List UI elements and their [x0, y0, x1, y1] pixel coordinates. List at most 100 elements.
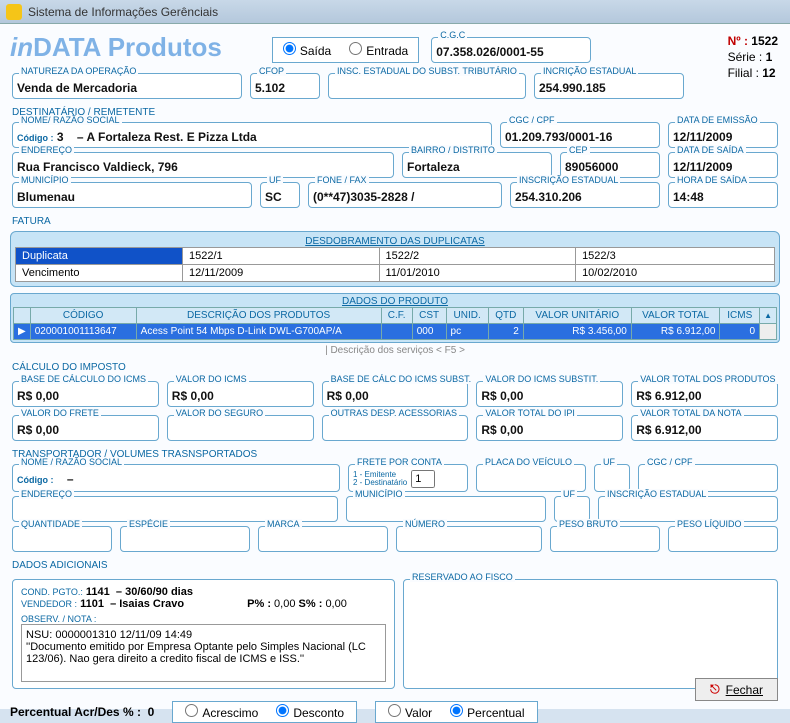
ipi-value[interactable]: R$ 0,00 — [481, 417, 618, 437]
observ-label: OBSERV. / NOTA : — [21, 614, 386, 624]
dest-insc-est-value[interactable]: 254.310.206 — [515, 184, 655, 204]
valor-subst-value[interactable]: R$ 0,00 — [481, 383, 618, 403]
dest-endereco-label: ENDEREÇO — [19, 145, 74, 155]
dest-municipio-label: MUNICÍPIO — [19, 175, 71, 185]
col-desc[interactable]: DESCRIÇÃO DOS PRODUTOS — [136, 308, 381, 324]
transp-nome-value[interactable]: Código : – — [17, 466, 335, 486]
dup-header-cell[interactable]: Duplicata — [16, 248, 183, 265]
table-row[interactable]: ▶ 020001001113647 Acess Point 54 Mbps D-… — [14, 324, 777, 340]
cell-desc[interactable]: Acess Point 54 Mbps D-Link DWL-G700AP/A — [136, 324, 381, 340]
radio-desconto[interactable]: Desconto — [276, 704, 344, 720]
cell-cst[interactable]: 000 — [412, 324, 446, 340]
dest-cep-label: CEP — [567, 145, 590, 155]
scroll-track[interactable] — [760, 324, 777, 340]
dest-uf-value[interactable]: SC — [265, 184, 295, 204]
col-vtot[interactable]: VALOR TOTAL — [631, 308, 720, 324]
dup-header-cell[interactable]: Vencimento — [16, 265, 183, 282]
base-subst-value[interactable]: R$ 0,00 — [327, 383, 464, 403]
dest-section-title: DESTINATÁRIO / REMETENTE — [12, 107, 780, 118]
transp-municipio-label: MUNICÍPIO — [353, 489, 405, 499]
table-row: Vencimento 12/11/2009 11/01/2010 10/02/2… — [16, 265, 775, 282]
col-vunit[interactable]: VALOR UNITÁRIO — [523, 308, 631, 324]
fisco-value[interactable] — [408, 581, 773, 671]
dest-bairro-value[interactable]: Fortaleza — [407, 154, 547, 174]
direction-radio-group: Saída Entrada — [272, 37, 419, 63]
col-cst[interactable]: CST — [412, 308, 446, 324]
dest-insc-est-label: INSCRIÇÃO ESTADUAL — [517, 175, 620, 185]
window-title: Sistema de Informações Gerênciais — [28, 5, 218, 19]
dup-cell[interactable]: 11/01/2010 — [379, 265, 576, 282]
cond-pgto-row: COND. PGTO.: 1141 – 30/60/90 dias — [21, 586, 386, 598]
insc-est-label: INCRIÇÃO ESTADUAL — [541, 66, 638, 76]
frete-conta-label: FRETE POR CONTA — [355, 457, 444, 467]
dup-cell[interactable]: 12/11/2009 — [182, 265, 379, 282]
percentual-label: Percentual Acr/Des % : 0 — [10, 705, 154, 719]
col-codigo[interactable]: CÓDIGO — [30, 308, 136, 324]
col-cf[interactable]: C.F. — [381, 308, 412, 324]
valor-icms-value[interactable]: R$ 0,00 — [172, 383, 309, 403]
data-saida-value[interactable]: 12/11/2009 — [673, 154, 773, 174]
close-button[interactable]: ⎋ Fechar — [695, 678, 778, 701]
cfop-value[interactable]: 5.102 — [255, 75, 315, 95]
cell-qtd[interactable]: 2 — [488, 324, 523, 340]
valor-perc-group: Valor Percentual — [375, 701, 538, 723]
dest-fone-label: FONE / FAX — [315, 175, 369, 185]
hora-saida-value[interactable]: 14:48 — [673, 184, 773, 204]
radio-acrescimo[interactable]: Acrescimo — [185, 704, 258, 720]
insc-est-value[interactable]: 254.990.185 — [539, 75, 679, 95]
cell-icms[interactable]: 0 — [720, 324, 760, 340]
dest-cep-value[interactable]: 89056000 — [565, 154, 655, 174]
dest-fone-value[interactable]: (0**47)3035-2828 / — [313, 184, 497, 204]
radio-valor[interactable]: Valor — [388, 704, 432, 720]
base-icms-label: BASE DE CÁLCULO DO ICMS — [19, 374, 148, 384]
data-emissao-value[interactable]: 12/11/2009 — [673, 124, 773, 144]
placa-label: PLACA DO VEÍCULO — [483, 457, 574, 467]
dup-cell[interactable]: 10/02/2010 — [576, 265, 775, 282]
base-icms-value[interactable]: R$ 0,00 — [17, 383, 154, 403]
cgc-value[interactable]: 07.358.026/0001-55 — [436, 39, 586, 59]
insc-subst-label: INSC. ESTADUAL DO SUBST. TRIBUTÁRIO — [335, 66, 519, 76]
produtos-table: CÓDIGO DESCRIÇÃO DOS PRODUTOS C.F. CST U… — [13, 307, 777, 340]
app-icon — [6, 4, 22, 20]
produtos-title: DADOS DO PRODUTO — [13, 296, 777, 307]
serie-label: Série : — [728, 50, 763, 64]
dest-endereco-value[interactable]: Rua Francisco Valdieck, 796 — [17, 154, 389, 174]
fisco-label: RESERVADO AO FISCO — [410, 572, 515, 582]
natureza-value[interactable]: Venda de Mercadoria — [17, 75, 237, 95]
vendedor-row: VENDEDOR : 1101 – Isaias Cravo P% : 0,00… — [21, 598, 386, 610]
cgc-label: C.G.C — [438, 30, 467, 40]
dest-uf-label: UF — [267, 175, 283, 185]
cell-cf[interactable] — [381, 324, 412, 340]
cell-codigo[interactable]: 020001001113647 — [30, 324, 136, 340]
observ-textarea[interactable]: NSU: 0000001310 12/11/09 14:49 ''Documen… — [21, 624, 386, 682]
col-qtd[interactable]: QTD — [488, 308, 523, 324]
dest-municipio-value[interactable]: Blumenau — [17, 184, 247, 204]
transp-numero-label: NÚMERO — [403, 519, 447, 529]
dup-cell[interactable]: 1522/3 — [576, 248, 775, 265]
dup-cell[interactable]: 1522/2 — [379, 248, 576, 265]
filial-value: 12 — [762, 66, 775, 80]
cell-unid[interactable]: pc — [446, 324, 488, 340]
dest-nome-value[interactable]: Código : 3 – A Fortaleza Rest. E Pizza L… — [17, 124, 487, 144]
cell-vunit[interactable]: R$ 3.456,00 — [523, 324, 631, 340]
frete-label: VALOR DO FRETE — [19, 408, 101, 418]
col-unid[interactable]: UNID. — [446, 308, 488, 324]
window-titlebar: Sistema de Informações Gerênciais — [0, 0, 790, 24]
dup-cell[interactable]: 1522/1 — [182, 248, 379, 265]
adicionais-title: DADOS ADICIONAIS — [12, 560, 780, 571]
radio-percentual[interactable]: Percentual — [450, 704, 524, 720]
duplicatas-table: Duplicata 1522/1 1522/2 1522/3 Venciment… — [15, 247, 775, 282]
peso-bruto-label: PESO BRUTO — [557, 519, 620, 529]
dest-cgc-value[interactable]: 01.209.793/0001-16 — [505, 124, 655, 144]
total-nota-value[interactable]: R$ 6.912,00 — [636, 417, 773, 437]
ipi-label: VALOR TOTAL DO IPI — [483, 408, 577, 418]
col-icms[interactable]: ICMS — [720, 308, 760, 324]
frete-conta-input[interactable] — [411, 470, 435, 488]
frete-value[interactable]: R$ 0,00 — [17, 417, 154, 437]
radio-saida[interactable]: Saída — [283, 42, 331, 58]
row-marker-icon: ▶ — [14, 324, 31, 340]
cell-vtot[interactable]: R$ 6.912,00 — [631, 324, 720, 340]
radio-entrada[interactable]: Entrada — [349, 42, 408, 58]
total-prod-value[interactable]: R$ 6.912,00 — [636, 383, 773, 403]
scroll-up-icon[interactable]: ▲ — [760, 308, 777, 324]
